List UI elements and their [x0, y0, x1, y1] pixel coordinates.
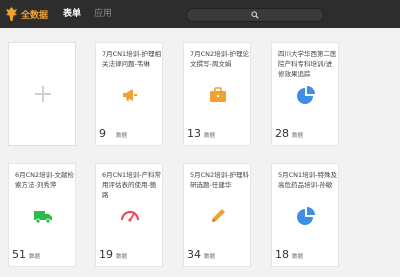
- nav-tab-form[interactable]: 表单: [63, 8, 81, 20]
- form-card[interactable]: 5月CN2培训-护理科研选题-任建华 34 数据: [183, 163, 251, 267]
- plus-icon: [35, 86, 51, 102]
- brand-logo[interactable]: 全数据: [5, 5, 48, 23]
- card-unit: 数据: [292, 254, 304, 260]
- card-count: 34: [187, 248, 201, 261]
- form-card[interactable]: 6月CN1培训-产科常用评估表的使用-鲍路 19 数据: [95, 163, 163, 267]
- card-count: 18: [275, 248, 289, 261]
- card-title: 6月CN2培训-文献检索方法-刘秀萍: [15, 171, 75, 189]
- brand-name: 全数据: [21, 10, 49, 21]
- card-title: 5月CN2培训-护理科研选题-任建华: [190, 171, 250, 189]
- card-title: 7月CN1培训-护理相关法律问题-韦琳: [102, 50, 162, 68]
- search-icon: [251, 11, 259, 19]
- search-input[interactable]: [186, 8, 324, 22]
- card-unit: 数据: [29, 254, 41, 260]
- form-card[interactable]: 6月CN2培训-文献检索方法-刘秀萍 51 数据: [8, 163, 76, 267]
- card-unit: 数据: [116, 133, 128, 139]
- card-unit: 数据: [204, 254, 216, 260]
- truck-icon: [34, 211, 52, 224]
- card-title: 6月CN1培训-产科常用评估表的使用-鲍路: [102, 171, 162, 199]
- card-title: 5月CN1培训-特殊及高危药品培训-孙敏: [278, 171, 338, 189]
- pencil-icon: [212, 209, 225, 222]
- gauge-icon: [120, 210, 140, 222]
- top-bar: 全数据 表单 应用: [0, 0, 400, 28]
- card-title: 四川大学华西第二医院产科专科培训/进修效果追踪: [278, 50, 337, 78]
- form-card[interactable]: 7月CN2培训-护理论文撰写-周文娟 13 数据: [183, 42, 251, 146]
- logo-icon: [6, 7, 17, 21]
- card-title: 7月CN2培训-护理论文撰写-周文娟: [190, 50, 250, 68]
- card-count: 19: [99, 248, 113, 261]
- nav-tab-app[interactable]: 应用: [94, 8, 112, 20]
- form-card[interactable]: 7月CN1培训-护理相关法律问题-韦琳 9 数据: [95, 42, 163, 146]
- pie-chart-icon: [297, 207, 315, 225]
- card-unit: 数据: [204, 133, 216, 139]
- form-card[interactable]: 四川大学华西第二医院产科专科培训/进修效果追踪 28 数据: [271, 42, 339, 146]
- card-count: 51: [12, 248, 26, 261]
- briefcase-icon: [210, 87, 226, 102]
- card-count: 28: [275, 127, 289, 140]
- card-count: 9: [99, 127, 106, 140]
- card-unit: 数据: [116, 254, 128, 260]
- card-unit: 数据: [292, 133, 304, 139]
- add-form-card[interactable]: [8, 42, 76, 146]
- card-count: 13: [187, 127, 201, 140]
- form-card[interactable]: 5月CN1培训-特殊及高危药品培训-孙敏 18 数据: [271, 163, 339, 267]
- pie-chart-icon: [297, 86, 315, 104]
- megaphone-icon: [123, 89, 137, 101]
